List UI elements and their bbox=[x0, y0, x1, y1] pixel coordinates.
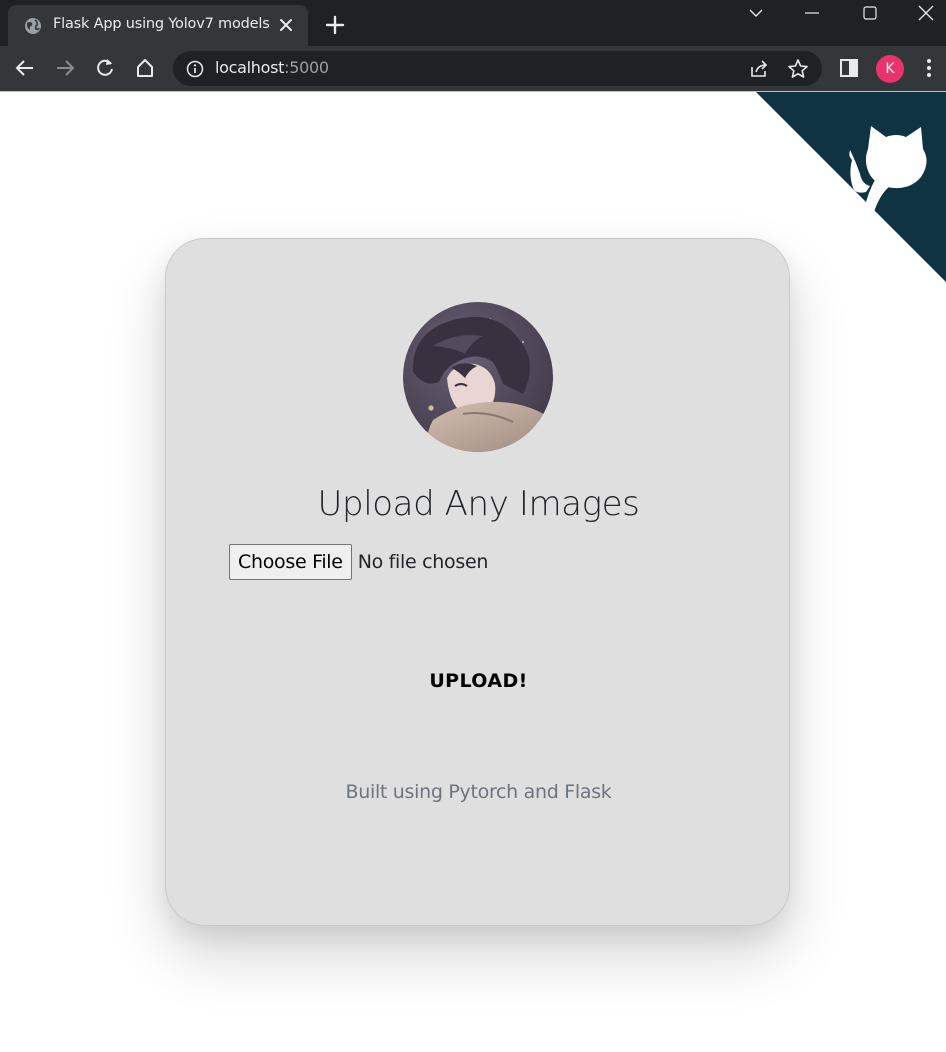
forward-button[interactable] bbox=[53, 56, 77, 80]
home-button[interactable] bbox=[133, 56, 157, 80]
close-window-button[interactable] bbox=[903, 0, 946, 26]
plus-icon[interactable] bbox=[324, 14, 346, 36]
maximize-button[interactable] bbox=[847, 0, 893, 26]
page-viewport: Upload Any Images Choose File No file ch… bbox=[0, 92, 946, 1052]
arrow-right-icon bbox=[57, 60, 75, 76]
browser-tab[interactable]: Flask App using Yolov7 models bbox=[8, 5, 308, 46]
browser-toolbar: localhost:5000 K bbox=[0, 46, 946, 91]
side-panel-button[interactable] bbox=[837, 56, 861, 80]
github-corner-link[interactable] bbox=[756, 92, 946, 282]
close-icon[interactable] bbox=[276, 15, 296, 35]
globe-icon bbox=[25, 18, 41, 34]
profile-avatar[interactable]: K bbox=[876, 55, 904, 83]
back-button[interactable] bbox=[13, 56, 37, 80]
address-bar[interactable]: localhost:5000 bbox=[173, 51, 822, 86]
url-text: localhost:5000 bbox=[215, 58, 329, 77]
url-host: localhost bbox=[215, 58, 285, 77]
page-title: Upload Any Images bbox=[317, 484, 640, 524]
share-icon[interactable] bbox=[748, 58, 770, 80]
home-icon bbox=[137, 59, 153, 77]
chevron-down-icon bbox=[749, 9, 763, 17]
side-panel-icon bbox=[840, 59, 858, 77]
close-icon bbox=[918, 5, 934, 21]
kebab-menu-icon bbox=[927, 59, 931, 77]
tab-search-button[interactable] bbox=[733, 0, 779, 26]
choose-file-button[interactable]: Choose File bbox=[229, 544, 352, 580]
url-port: :5000 bbox=[284, 58, 329, 77]
credit-text: Built using Pytorch and Flask bbox=[345, 781, 612, 803]
anime-avatar-image bbox=[403, 302, 553, 452]
file-input[interactable]: Choose File No file chosen bbox=[229, 544, 488, 580]
upload-card: Upload Any Images Choose File No file ch… bbox=[165, 238, 790, 926]
reload-button[interactable] bbox=[93, 56, 117, 80]
arrow-left-icon bbox=[15, 60, 33, 76]
menu-button[interactable] bbox=[917, 56, 941, 80]
info-icon[interactable] bbox=[186, 60, 204, 78]
minimize-icon bbox=[805, 12, 819, 14]
reload-icon bbox=[97, 59, 113, 76]
maximize-icon bbox=[863, 6, 877, 20]
file-status-text: No file chosen bbox=[357, 551, 489, 573]
star-icon[interactable] bbox=[787, 58, 809, 80]
minimize-button[interactable] bbox=[789, 0, 835, 26]
tab-title: Flask App using Yolov7 models bbox=[53, 16, 270, 32]
browser-tabstrip: Flask App using Yolov7 models bbox=[0, 0, 946, 46]
upload-button[interactable]: UPLOAD! bbox=[166, 670, 791, 692]
